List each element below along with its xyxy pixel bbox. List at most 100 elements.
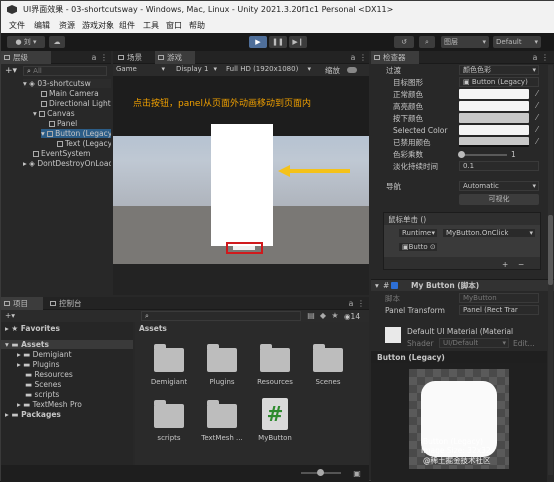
- display-dropdown[interactable]: Display 1 ▾: [173, 65, 219, 75]
- search-button[interactable]: ⌕: [419, 36, 435, 48]
- tab-game[interactable]: 游戏: [155, 51, 195, 64]
- selected-color-field[interactable]: [459, 125, 529, 135]
- project-search-input[interactable]: ⌕: [141, 311, 301, 321]
- menu-help[interactable]: 帮助: [189, 18, 205, 33]
- folder-icon[interactable]: [207, 400, 237, 428]
- tab-console[interactable]: 控制台: [47, 297, 95, 310]
- enabled-checkbox[interactable]: [391, 282, 398, 289]
- tree-canvas[interactable]: ▾ Canvas: [33, 109, 75, 118]
- color-multiplier-value[interactable]: 1: [511, 150, 516, 159]
- eyedropper-icon[interactable]: ⁄: [533, 138, 541, 146]
- lock-icon[interactable]: a: [531, 54, 539, 62]
- menu-gameobject[interactable]: 游戏对象: [82, 18, 114, 33]
- tree-textmeshpro[interactable]: ▸ ▬ TextMesh Pro: [17, 400, 82, 409]
- packages-header[interactable]: ▸ ▬ Packages: [5, 410, 61, 419]
- menu-window[interactable]: 窗口: [166, 18, 182, 33]
- tree-demigiant[interactable]: ▸ ▬ Demigiant: [17, 350, 72, 359]
- create-asset-button[interactable]: +▾: [5, 311, 15, 320]
- tree-resources[interactable]: ▬ Resources: [25, 370, 73, 379]
- tree-text-legacy[interactable]: Text (Legacy): [57, 139, 111, 148]
- star-icon[interactable]: ★: [331, 312, 339, 320]
- lock-icon[interactable]: a: [90, 54, 98, 62]
- menu-component[interactable]: 组件: [119, 18, 135, 33]
- tree-assets[interactable]: ▾ ▬ Assets: [1, 340, 133, 349]
- shader-edit-button[interactable]: Edit...: [513, 339, 535, 348]
- more-icon[interactable]: ⋮: [541, 54, 549, 62]
- eyedropper-icon[interactable]: ⁄: [533, 90, 541, 98]
- play-button[interactable]: ▶: [249, 36, 267, 48]
- zoom-slider-handle[interactable]: [317, 469, 324, 476]
- tab-inspector[interactable]: 检查器: [371, 51, 419, 64]
- folder-icon[interactable]: [207, 344, 237, 372]
- disabled-color-field[interactable]: [459, 137, 529, 147]
- breadcrumb[interactable]: Assets: [139, 324, 167, 333]
- shader-dropdown[interactable]: UI/Default ▾: [439, 338, 509, 348]
- mybutton-component-header[interactable]: ▾ # My Button (脚本): [371, 279, 554, 291]
- folder-icon[interactable]: [313, 344, 343, 372]
- resolution-dropdown[interactable]: Full HD (1920x1080) ▾: [223, 65, 313, 75]
- target-object-field[interactable]: ▣Butto ⊙: [398, 242, 438, 252]
- tab-scene[interactable]: 场景: [115, 51, 153, 64]
- tree-main-camera[interactable]: Main Camera: [41, 89, 99, 98]
- tree-eventsystem[interactable]: EventSystem: [33, 149, 90, 158]
- pause-button[interactable]: ❚❚: [269, 36, 287, 48]
- tab-project[interactable]: 项目: [1, 297, 43, 310]
- tree-dontdestroyonload[interactable]: ▸ ◈ DontDestroyOnLoad: [23, 159, 111, 168]
- inspector-scrollbar[interactable]: [548, 65, 553, 475]
- folder-icon[interactable]: [260, 344, 290, 372]
- tree-panel[interactable]: Panel: [49, 119, 77, 128]
- mode-icon[interactable]: ▣: [353, 470, 361, 478]
- tab-hierarchy[interactable]: 层级: [1, 51, 51, 64]
- add-listener-button[interactable]: +: [502, 260, 508, 269]
- fade-duration-field[interactable]: 0.1: [459, 161, 539, 171]
- panel-transform-field[interactable]: Panel (Rect Trar: [459, 305, 539, 315]
- more-icon[interactable]: ⋮: [359, 54, 367, 62]
- eyedropper-icon[interactable]: ⁄: [533, 114, 541, 122]
- lock-icon[interactable]: a: [349, 54, 357, 62]
- history-button[interactable]: ↺: [394, 36, 414, 48]
- lock-icon[interactable]: a: [347, 300, 355, 308]
- tree-scenes[interactable]: ▬ Scenes: [25, 380, 61, 389]
- layout-dropdown[interactable]: Default ▾: [493, 36, 541, 48]
- scrollbar-thumb[interactable]: [548, 215, 553, 285]
- label-icon[interactable]: ◆: [319, 312, 327, 320]
- tree-button-legacy[interactable]: ▾ Button (Legacy): [41, 129, 111, 138]
- runtime-dropdown[interactable]: Runtime ▾: [398, 228, 438, 238]
- scale-slider[interactable]: [347, 67, 357, 73]
- account-button[interactable]: ● 刘 ▾: [7, 36, 45, 48]
- color-multiplier-slider[interactable]: [459, 154, 507, 156]
- pressed-color-field[interactable]: [459, 113, 529, 123]
- menu-tools[interactable]: 工具: [143, 18, 159, 33]
- eyedropper-icon[interactable]: ⁄: [533, 102, 541, 110]
- more-icon[interactable]: ⋮: [357, 300, 365, 308]
- normal-color-field[interactable]: [459, 89, 529, 99]
- visualize-button[interactable]: 可视化: [459, 194, 539, 205]
- folder-icon[interactable]: [154, 344, 184, 372]
- cloud-button[interactable]: ☁: [49, 36, 65, 48]
- remove-listener-button[interactable]: −: [518, 260, 524, 269]
- game-button[interactable]: [233, 246, 255, 250]
- step-button[interactable]: ▶❙: [289, 36, 307, 48]
- menu-file[interactable]: 文件: [9, 18, 25, 33]
- favorites-header[interactable]: ▸ ★ Favorites: [5, 324, 60, 333]
- add-object-button[interactable]: +▾: [5, 66, 19, 76]
- menu-assets[interactable]: 资源: [59, 18, 75, 33]
- display-mode-dropdown[interactable]: Game ▾: [113, 65, 167, 75]
- navigation-dropdown[interactable]: Automatic ▾: [459, 181, 539, 191]
- transition-dropdown[interactable]: 颜色色彩 ▾: [459, 65, 539, 75]
- highlight-color-field[interactable]: [459, 101, 529, 111]
- target-graphic-field[interactable]: ▣ Button (Legacy): [459, 77, 539, 87]
- csharp-script-icon[interactable]: #: [262, 398, 288, 430]
- eyedropper-icon[interactable]: ⁄: [533, 126, 541, 134]
- layers-dropdown[interactable]: 图层 ▾: [441, 36, 489, 48]
- folder-icon[interactable]: [154, 400, 184, 428]
- method-dropdown[interactable]: MyButton.OnClick ▾: [442, 228, 536, 238]
- tree-scripts[interactable]: ▬ scripts: [25, 390, 59, 399]
- tree-directional-light[interactable]: Directional Light: [41, 99, 111, 108]
- slider-handle[interactable]: [458, 151, 465, 158]
- filter-icon[interactable]: ▤: [307, 312, 315, 320]
- tree-scene-root[interactable]: ▾ ◈ 03-shortcutsw: [23, 79, 111, 88]
- hierarchy-search-input[interactable]: ⌕ All: [23, 66, 107, 76]
- more-icon[interactable]: ⋮: [100, 54, 108, 62]
- menu-edit[interactable]: 编辑: [34, 18, 50, 33]
